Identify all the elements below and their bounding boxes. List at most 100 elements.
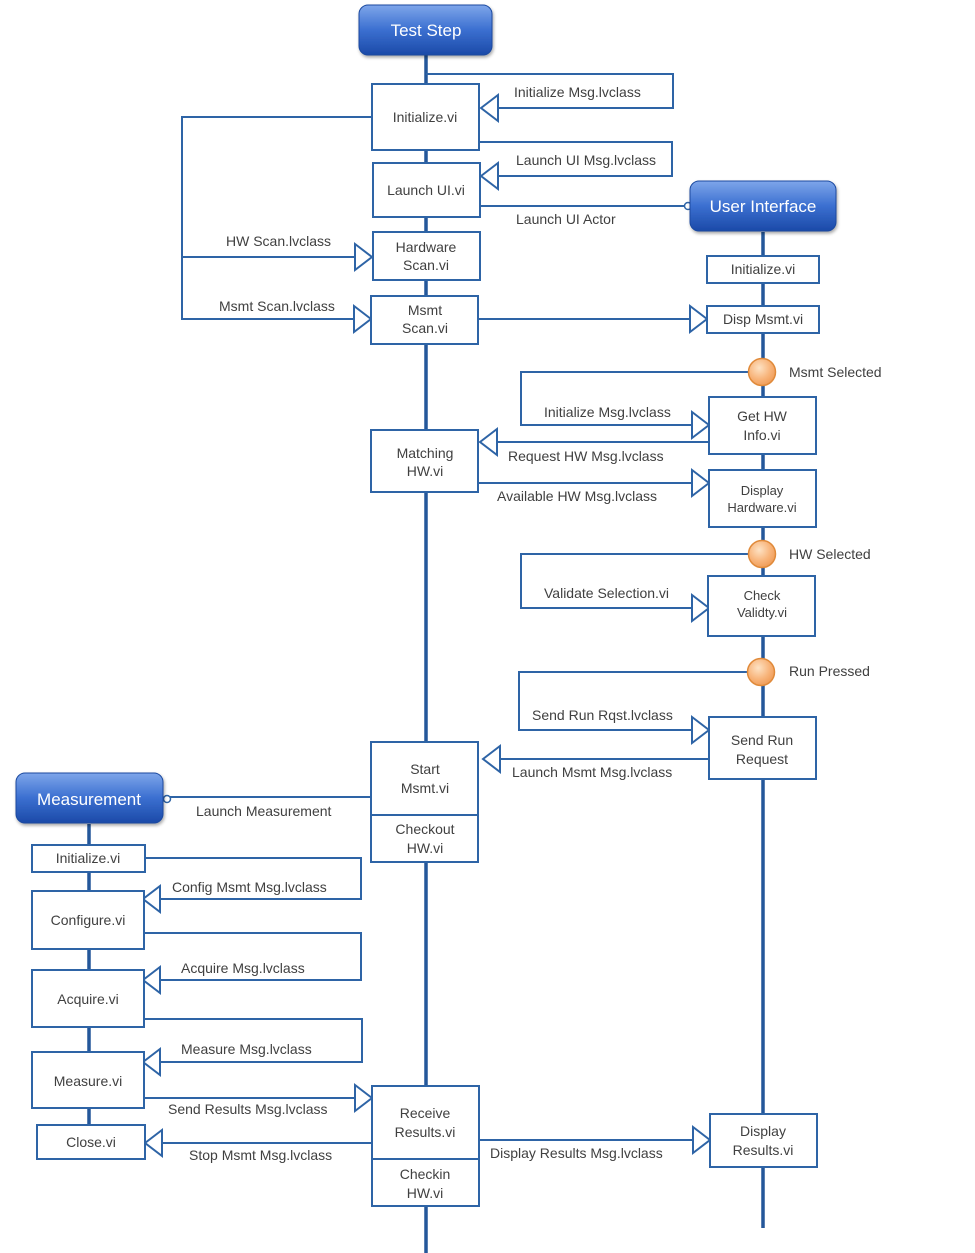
msg-msmt-scan-label: Msmt Scan.lvclass: [219, 298, 335, 314]
box-label-line2: Results.vi: [733, 1142, 794, 1158]
arrow-head-icon: [354, 241, 374, 273]
box-ts-start-msmt[interactable]: Start Msmt.vi: [370, 741, 479, 816]
msg-launch-measurement-label: Launch Measurement: [196, 803, 332, 819]
arrow-head-icon: [141, 1046, 161, 1078]
actor-label: Measurement: [37, 790, 141, 809]
box-label-line1: Send Run: [731, 732, 793, 748]
box-m-close[interactable]: Close.vi: [36, 1124, 146, 1160]
box-label: Initialize.vi: [731, 261, 796, 277]
box-label-line1: Hardware: [396, 239, 457, 255]
msg-acquire-label: Acquire Msg.lvclass: [181, 960, 305, 976]
box-label-line2: HW.vi: [407, 463, 444, 479]
msg-hw-scan-label: HW Scan.lvclass: [226, 233, 331, 249]
arrow-head-icon: [692, 1124, 712, 1156]
msg-ui-initialize-label: Initialize Msg.lvclass: [544, 404, 671, 420]
box-label-line2: Msmt.vi: [401, 780, 449, 796]
msg-measure-label: Measure Msg.lvclass: [181, 1041, 312, 1057]
msg-send-run-rqst-label: Send Run Rqst.lvclass: [532, 707, 673, 723]
actor-measurement[interactable]: Measurement: [15, 772, 164, 824]
box-label: Launch UI.vi: [387, 182, 465, 198]
arrow-head-icon: [481, 743, 501, 775]
box-ts-checkout-hw[interactable]: Checkout HW.vi: [370, 814, 479, 863]
box-label: Initialize.vi: [56, 850, 121, 866]
event-label: Msmt Selected: [789, 364, 882, 380]
box-label: Initialize.vi: [393, 109, 458, 125]
msg-available-hw-label: Available HW Msg.lvclass: [497, 488, 657, 504]
box-label: Measure.vi: [54, 1073, 122, 1089]
arrow-head-icon: [478, 426, 498, 458]
box-label-line1: Checkin: [400, 1166, 451, 1182]
box-ui-check-validity[interactable]: Check Validty.vi: [707, 575, 816, 637]
arrow-head-icon: [689, 303, 709, 335]
msg-stop-msmt-label: Stop Msmt Msg.lvclass: [189, 1147, 332, 1163]
box-label: Close.vi: [66, 1134, 116, 1150]
box-m-measure[interactable]: Measure.vi: [31, 1051, 145, 1109]
actor-user-interface[interactable]: User Interface: [689, 180, 837, 232]
msg-send-results-label: Send Results Msg.lvclass: [168, 1101, 328, 1117]
arrow-head-icon: [691, 467, 711, 499]
msg-initialize-label: Initialize Msg.lvclass: [514, 84, 641, 100]
arrow-head-icon: [479, 92, 499, 124]
box-label-line1: Start: [410, 761, 440, 777]
arrow-head-icon: [354, 1082, 374, 1114]
event-run-pressed[interactable]: Run Pressed: [746, 657, 870, 687]
box-ts-hardware-scan[interactable]: Hardware Scan.vi: [372, 231, 481, 281]
msg-validate-selection-label: Validate Selection.vi: [544, 585, 669, 601]
box-ts-receive-results[interactable]: Receive Results.vi: [371, 1085, 480, 1160]
actor-test-step[interactable]: Test Step: [358, 4, 493, 56]
box-label-line1: Matching: [397, 445, 454, 461]
box-label-line1: Check: [744, 588, 781, 603]
box-ui-disp-msmt[interactable]: Disp Msmt.vi: [706, 305, 820, 334]
box-ui-get-hw-info[interactable]: Get HW Info.vi: [708, 396, 817, 455]
arrow-head-icon: [691, 409, 711, 441]
box-label-line2: Scan.vi: [402, 320, 448, 336]
launch-port-icon: [162, 794, 172, 804]
box-label-line1: Receive: [400, 1105, 451, 1121]
box-ts-checkin-hw[interactable]: Checkin HW.vi: [371, 1158, 480, 1207]
msg-display-results-label: Display Results Msg.lvclass: [490, 1145, 663, 1161]
actor-label: Test Step: [391, 21, 462, 40]
msg-config-msmt-label: Config Msmt Msg.lvclass: [172, 879, 327, 895]
box-label: Acquire.vi: [57, 991, 118, 1007]
arrow-head-icon: [141, 964, 161, 996]
box-label-line2: HW.vi: [407, 1185, 444, 1201]
box-label-line1: Get HW: [737, 408, 788, 424]
msg-launch-ui-label: Launch UI Msg.lvclass: [516, 152, 656, 168]
arrow-head-icon: [353, 303, 373, 335]
box-label-line2: Validty.vi: [737, 605, 787, 620]
sequence-diagram: Test Step User Interface Measurement Ini…: [15, 4, 882, 1253]
event-msmt-selected[interactable]: Msmt Selected: [747, 357, 882, 387]
box-label-line2: Hardware.vi: [727, 500, 796, 515]
scan-loop-connector: [181, 116, 372, 320]
box-ui-send-run-request[interactable]: Send Run Request: [708, 716, 817, 780]
box-label-line2: Results.vi: [395, 1124, 456, 1140]
event-label: HW Selected: [789, 546, 871, 562]
box-ui-initialize[interactable]: Initialize.vi: [706, 255, 820, 284]
arrow-head-icon: [143, 1127, 163, 1159]
box-m-initialize[interactable]: Initialize.vi: [31, 844, 146, 873]
box-label-line2: HW.vi: [407, 840, 444, 856]
box-ts-msmt-scan[interactable]: Msmt Scan.vi: [370, 295, 479, 345]
box-label-line1: Msmt: [408, 302, 442, 318]
msg-launch-ui-actor-label: Launch UI Actor: [516, 211, 616, 227]
arrow-head-icon: [141, 883, 161, 915]
box-label-line1: Checkout: [395, 821, 454, 837]
box-label: Disp Msmt.vi: [723, 311, 803, 327]
msg-launch-msmt-label: Launch Msmt Msg.lvclass: [512, 764, 672, 780]
box-ui-display-results[interactable]: Display Results.vi: [709, 1113, 818, 1168]
box-ui-display-hardware[interactable]: Display Hardware.vi: [708, 469, 817, 528]
box-m-configure[interactable]: Configure.vi: [31, 890, 145, 950]
box-label: Configure.vi: [51, 912, 126, 928]
event-hw-selected[interactable]: HW Selected: [747, 539, 871, 569]
arrow-head-icon: [691, 714, 711, 746]
box-ts-matching-hw[interactable]: Matching HW.vi: [370, 429, 479, 493]
box-ts-launch-ui[interactable]: Launch UI.vi: [372, 162, 481, 218]
box-ts-initialize[interactable]: Initialize.vi: [371, 83, 480, 151]
box-m-acquire[interactable]: Acquire.vi: [31, 969, 145, 1028]
box-label-line2: Info.vi: [743, 427, 780, 443]
box-label-line1: Display: [740, 1123, 786, 1139]
arrow-head-icon: [691, 592, 711, 624]
box-label-line2: Scan.vi: [403, 257, 449, 273]
box-label-line1: Display: [741, 483, 784, 498]
event-label: Run Pressed: [789, 663, 870, 679]
